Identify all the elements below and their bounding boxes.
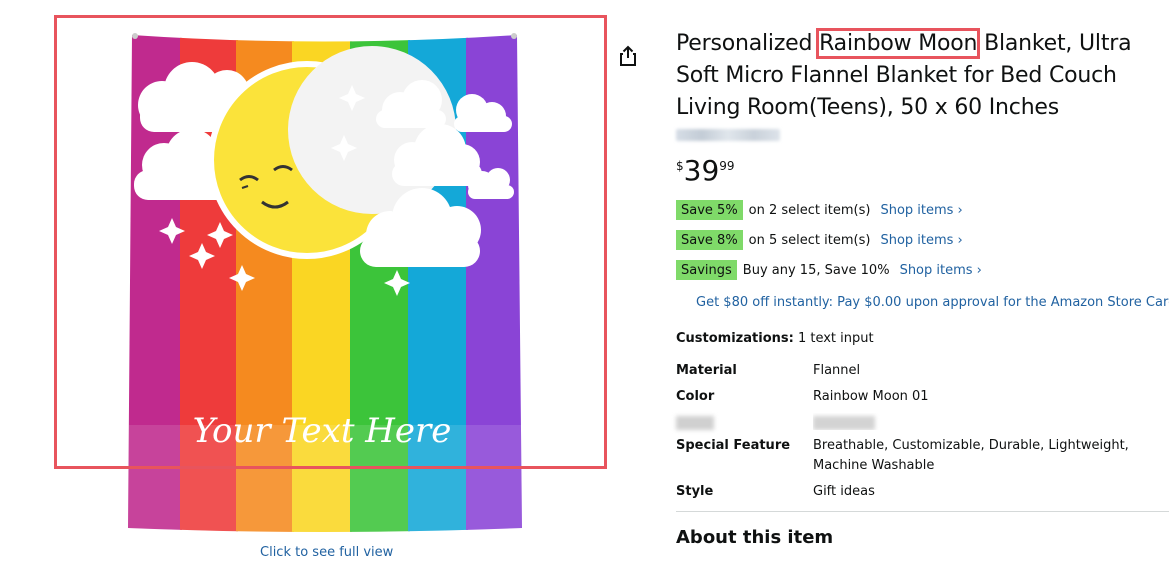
spec-row-special-feature: Special Feature Breathable, Customizable…: [676, 433, 1169, 479]
spec-key: Style: [676, 484, 714, 499]
customizations-label: Customizations:: [676, 331, 794, 346]
spec-value: Flannel: [813, 363, 861, 378]
spec-row-style: Style Gift ideas: [676, 479, 1169, 505]
spec-row-blurred: [676, 410, 1169, 433]
promo-row: Save 8% on 5 select item(s) Shop items ›: [676, 225, 1169, 255]
spec-value-blurred: [813, 413, 1169, 430]
share-icon[interactable]: [618, 45, 638, 67]
promo-text: Buy any 15, Save 10%: [742, 262, 890, 278]
promo-text: on 5 select item(s): [748, 232, 871, 248]
promo-text: on 2 select item(s): [748, 202, 871, 218]
promo-badge: Save 5%: [676, 200, 743, 220]
promo-badge: Save 8%: [676, 230, 743, 250]
customizations: Customizations: 1 text input: [676, 331, 1169, 346]
full-view-link[interactable]: Click to see full view: [260, 545, 393, 560]
promo-badge: Savings: [676, 260, 737, 280]
divider: [676, 511, 1169, 512]
customizations-value: 1 text input: [793, 331, 874, 346]
shop-items-link[interactable]: Shop items ›: [880, 233, 962, 248]
spec-value: Gift ideas: [813, 484, 875, 499]
price: $ 39 99: [676, 155, 1169, 195]
spec-key-blurred: [676, 413, 813, 430]
product-details: Personalized Rainbow Moon Blanket, Ultra…: [676, 28, 1169, 548]
promo-row: Savings Buy any 15, Save 10% Shop items …: [676, 255, 1169, 285]
spec-row-color: Color Rainbow Moon 01: [676, 384, 1169, 410]
spec-row-material: Material Flannel: [676, 358, 1169, 384]
image-highlight-box: [54, 15, 607, 469]
price-whole: 39: [683, 154, 720, 187]
promo-row: Save 5% on 2 select item(s) Shop items ›: [676, 195, 1169, 225]
title-part-1: Personalized: [676, 31, 820, 56]
about-heading: About this item: [676, 527, 834, 548]
spec-key: Color: [676, 389, 715, 404]
store-link-blurred[interactable]: [676, 129, 780, 141]
price-fraction: 99: [719, 159, 735, 173]
shop-items-link[interactable]: Shop items ›: [900, 263, 982, 278]
title-highlight: Rainbow Moon: [816, 28, 981, 59]
spec-key: Material: [676, 363, 737, 378]
product-title[interactable]: Personalized Rainbow Moon Blanket, Ultra…: [676, 28, 1156, 124]
spec-value: Breathable, Customizable, Durable, Light…: [813, 438, 1129, 473]
spec-value: Rainbow Moon 01: [813, 389, 929, 404]
price-symbol: $: [676, 159, 684, 173]
store-card-offer-link[interactable]: Get $80 off instantly: Pay $0.00 upon ap…: [696, 295, 1169, 310]
spec-table: Material Flannel Color Rainbow Moon 01 S…: [676, 358, 1169, 505]
shop-items-link[interactable]: Shop items ›: [880, 203, 962, 218]
product-image-column: Your Text Here Click to see full view: [0, 0, 660, 563]
spec-key: Special Feature: [676, 438, 791, 453]
